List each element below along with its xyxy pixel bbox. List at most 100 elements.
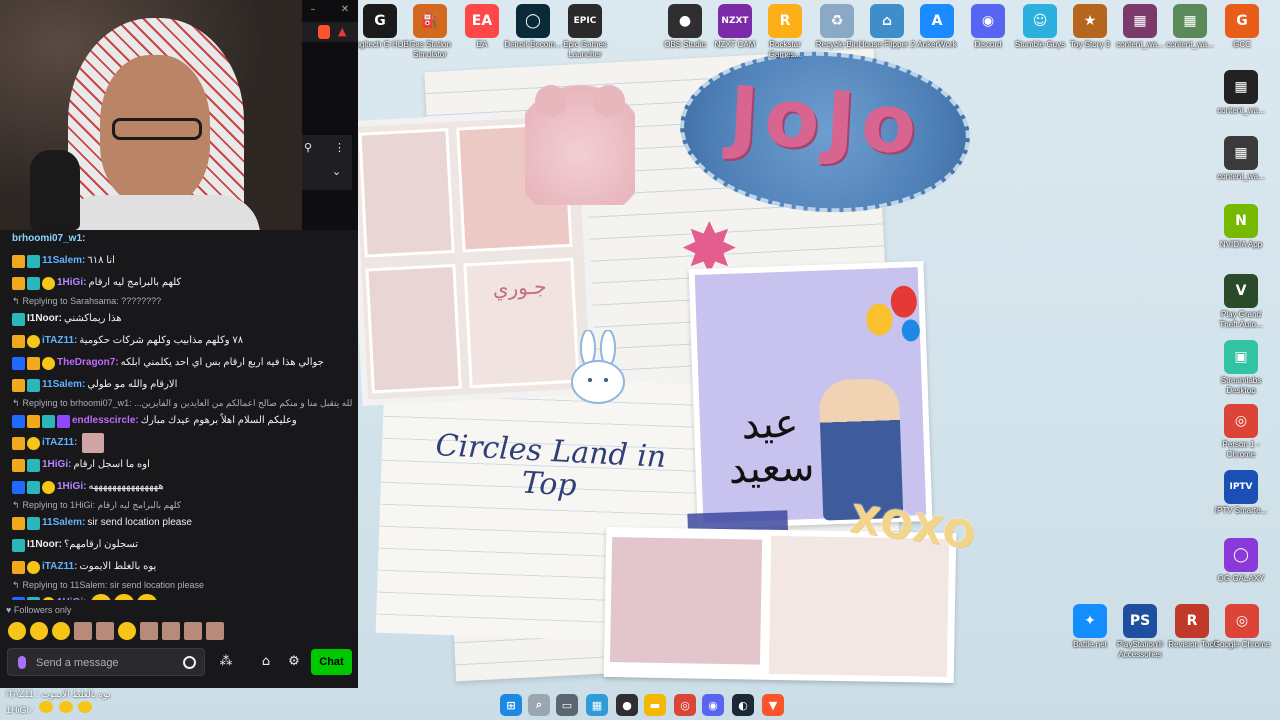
chat-message[interactable]: 1HiGi: كلهم بالبرامج ليه ارقام (0, 272, 352, 294)
bits-badge-icon[interactable] (27, 516, 40, 530)
warning-icon[interactable]: ▲ (338, 25, 346, 38)
desktop-shortcut[interactable]: ◉ Discord (958, 4, 1018, 50)
brave-shield-icon[interactable] (318, 25, 330, 39)
chat-message[interactable]: 11Salem: sir send location please (0, 512, 352, 534)
bits-badge-icon[interactable] (27, 596, 40, 600)
chrome-taskbar-icon[interactable]: ◎ (674, 694, 696, 716)
emoji-picker-icon[interactable] (183, 656, 196, 669)
desktop-shortcut[interactable]: G GCC (1212, 4, 1272, 50)
voice-input-icon[interactable] (18, 656, 26, 669)
chat-message[interactable]: 1HiGi: اوه ما اسجل ارقام (0, 454, 352, 476)
prime-badge-icon[interactable] (12, 356, 25, 370)
file-explorer-icon[interactable]: ▬ (644, 694, 666, 716)
chat-message-list[interactable]: brhoomi07_w1: 11Salem: انا ٦١٨ 1HiGi: كلهم ب… (0, 228, 352, 600)
chat-username[interactable]: TheDragon7: (57, 356, 119, 370)
crown-badge-icon[interactable] (12, 436, 25, 450)
more-options-icon[interactable]: ⋮ (334, 141, 345, 154)
chat-username[interactable]: iTAZ11: (42, 436, 77, 450)
bits-badge-icon[interactable] (12, 538, 25, 552)
chat-username[interactable]: 11Salem: (42, 254, 85, 268)
subscriber-badge-icon[interactable] (27, 560, 40, 574)
send-message-input[interactable] (36, 654, 186, 672)
chat-send-button[interactable]: Chat (311, 649, 352, 675)
chat-reply-context[interactable]: ↰ Replying to 11Salem: sir send location … (0, 578, 352, 592)
desktop-shortcut[interactable]: ⛽ Gas Station Simulator (400, 4, 460, 60)
chevron-down-icon[interactable]: ⌄ (332, 165, 341, 178)
chat-username[interactable]: 1HiGi: (42, 458, 71, 472)
chat-emote[interactable] (82, 433, 105, 453)
desktop-shortcut[interactable]: ▦ content_wa... (1160, 4, 1220, 50)
crown-badge-icon[interactable] (12, 560, 25, 574)
chat-username[interactable]: 1HiGi: (57, 480, 86, 494)
search-icon[interactable]: ⌕ (528, 694, 550, 716)
crown-badge-icon[interactable] (12, 378, 25, 392)
chat-reply-context[interactable]: ↰Replying to brhoomi07_w1: ...من عواده ا… (0, 396, 352, 410)
steam-icon[interactable]: ◐ (732, 694, 754, 716)
emote-icon[interactable] (118, 622, 136, 640)
crown-badge-icon[interactable] (12, 458, 25, 472)
shop-icon[interactable]: ⌂ (256, 654, 276, 670)
crown-badge-icon[interactable] (27, 414, 40, 428)
emote-icon[interactable] (96, 622, 114, 640)
chat-message[interactable]: 1HiGi: (0, 592, 352, 600)
minimize-icon[interactable]: – (306, 4, 320, 16)
desktop-shortcut[interactable]: ◎ Person 1 - Chrome (1211, 404, 1271, 460)
desktop-shortcut[interactable]: PS PlayStation® Accessories (1110, 604, 1170, 660)
brave-icon[interactable]: ▼ (762, 694, 784, 716)
chat-username[interactable]: 1HiGi: (57, 276, 86, 290)
chat-emote[interactable] (91, 594, 112, 600)
subscriber-badge-icon[interactable] (42, 276, 55, 290)
crown-badge-icon[interactable] (12, 254, 25, 268)
bits-badge-icon[interactable] (12, 312, 25, 326)
chat-message[interactable]: 11Salem: انا ٦١٨ (0, 250, 352, 272)
channel-points-icon[interactable]: ⁂ (216, 654, 236, 670)
chat-message[interactable]: brhoomi07_w1: (0, 228, 352, 250)
chat-username[interactable]: I1Noor: (27, 312, 62, 326)
chat-message[interactable]: iTAZ11: (0, 432, 352, 454)
chat-username[interactable]: iTAZ11: (42, 560, 77, 574)
chat-username[interactable]: I1Noor: (27, 538, 62, 552)
chat-username[interactable]: brhoomi07_w1: (12, 232, 85, 246)
emote-icon[interactable] (74, 622, 92, 640)
chat-message[interactable]: I1Noor: هذا ريماكشني (0, 308, 352, 330)
subscriber-badge-icon[interactable] (27, 436, 40, 450)
discord-taskbar-icon[interactable]: ◉ (702, 694, 724, 716)
desktop-shortcut[interactable]: IPTV IPTV Smarte... (1211, 470, 1271, 516)
task-view-icon[interactable]: ▭ (556, 694, 578, 716)
bits-badge-icon[interactable] (27, 480, 40, 494)
desktop-shortcut[interactable]: ▦ content_wa... (1211, 70, 1271, 116)
chat-username[interactable]: endlesscircle: (72, 414, 139, 428)
bits-badge-icon[interactable] (27, 378, 40, 392)
crown-badge-icon[interactable] (27, 356, 40, 370)
chat-username[interactable]: 1HiGi: (57, 596, 86, 600)
chat-message[interactable]: TheDragon7: جوالي هذا فيه اربع ارقام بس ا… (0, 352, 352, 374)
desktop-shortcut[interactable]: ▦ content_wa... (1211, 136, 1271, 182)
chat-message[interactable]: 11Salem: الارقام والله مو طولي (0, 374, 352, 396)
emote-icon[interactable] (184, 622, 202, 640)
chat-reply-context[interactable]: ↰ Replying to Sarahsama: ???????? (0, 294, 352, 308)
subscriber-badge-icon[interactable] (42, 596, 55, 600)
crown-badge-icon[interactable] (12, 276, 25, 290)
gift-badge-icon[interactable] (57, 414, 70, 428)
chat-message[interactable]: iTAZ11: يوه بالغلط الايموت (0, 556, 352, 578)
subscriber-badge-icon[interactable] (42, 480, 55, 494)
chat-username[interactable]: 11Salem: (42, 378, 85, 392)
widgets-icon[interactable]: ▦ (586, 694, 608, 716)
bits-badge-icon[interactable] (27, 276, 40, 290)
emote-icon[interactable] (8, 622, 26, 640)
obs-taskbar-icon[interactable]: ● (616, 694, 638, 716)
desktop-shortcut[interactable]: R Rockstar Games... (755, 4, 815, 60)
chat-message[interactable]: I1Noor: تسجلون ارقامهم؟ (0, 534, 352, 556)
pin-icon[interactable]: ⚲ (304, 141, 312, 154)
bits-badge-icon[interactable] (27, 458, 40, 472)
prime-badge-icon[interactable] (12, 414, 25, 428)
chat-emote[interactable] (137, 594, 158, 600)
chat-username[interactable]: iTAZ11: (42, 334, 77, 348)
close-icon[interactable]: ✕ (338, 4, 352, 16)
subscriber-badge-icon[interactable] (42, 356, 55, 370)
desktop-shortcut[interactable]: EPIC Epic Games Launcher (555, 4, 615, 60)
prime-badge-icon[interactable] (12, 480, 25, 494)
bits-badge-icon[interactable] (42, 414, 55, 428)
subscriber-badge-icon[interactable] (27, 334, 40, 348)
chat-username[interactable]: 11Salem: (42, 516, 85, 530)
